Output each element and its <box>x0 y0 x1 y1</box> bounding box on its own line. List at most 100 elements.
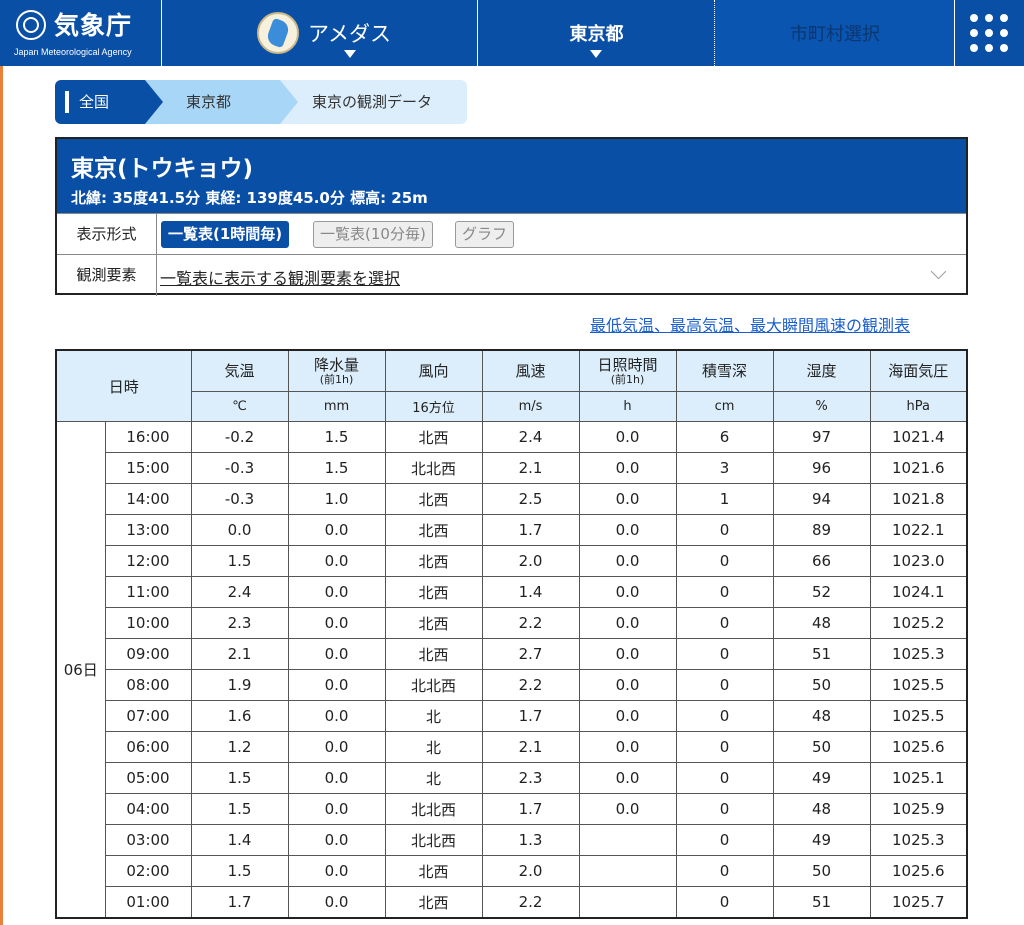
time-cell: 06:00 <box>104 731 192 763</box>
value-cell: 北西 <box>384 886 483 919</box>
value-cell: 0.0 <box>578 731 677 763</box>
value-cell: 0.0 <box>578 793 677 825</box>
time-cell: 11:00 <box>104 576 192 608</box>
value-cell: 北西 <box>384 576 483 608</box>
value-cell: 1.5 <box>287 452 386 484</box>
breadcrumb-item-prefecture[interactable]: 東京都 <box>145 80 280 124</box>
value-cell: 0 <box>675 762 774 794</box>
value-cell: 1 <box>675 483 774 515</box>
table-row: 03:00 1.4 0.0 北北西 1.3 0 49 1025.3 <box>56 824 968 856</box>
format-10min-table-button[interactable]: 一覧表(10分毎) <box>313 221 433 248</box>
value-cell: 52 <box>772 576 871 608</box>
time-cell: 08:00 <box>104 669 192 701</box>
nav-prefecture[interactable]: 東京都 <box>478 0 715 66</box>
grid-menu-icon <box>985 44 993 52</box>
value-cell: 2.4 <box>481 421 580 453</box>
unit-cell: mm <box>287 391 386 422</box>
value-cell: 0.0 <box>578 762 677 794</box>
value-cell: 北北西 <box>384 669 483 701</box>
value-cell: 2.0 <box>481 855 580 887</box>
station-header: 東京(トウキョウ) 北緯: 35度41.5分 東経: 139度45.0分 標高:… <box>57 139 966 213</box>
breadcrumb-arrow <box>145 80 163 124</box>
grid-menu-icon <box>1000 29 1008 37</box>
format-hourly-table-button[interactable]: 一覧表(1時間毎) <box>161 221 290 248</box>
value-cell: 北西 <box>384 607 483 639</box>
format-graph-button[interactable]: グラフ <box>455 221 515 248</box>
nav-city-select[interactable]: 市町村選択 <box>715 0 955 66</box>
value-cell: 1025.5 <box>869 700 968 732</box>
value-cell: -0.3 <box>190 483 289 515</box>
value-cell: 1.5 <box>190 793 289 825</box>
nav-amedas[interactable]: アメダス <box>162 0 478 66</box>
value-cell: 50 <box>772 731 871 763</box>
table-unit-row: ℃ mm 16方位 m/s h cm % hPa <box>56 391 968 422</box>
display-format-row: 表示形式 一覧表(1時間毎) 一覧表(10分毎) グラフ <box>57 213 966 255</box>
value-cell: 0.0 <box>287 886 386 919</box>
column-name: 風向 <box>418 362 449 380</box>
value-cell: 49 <box>772 824 871 856</box>
breadcrumb-item-national[interactable]: 全国 <box>55 80 145 124</box>
value-cell: 0 <box>675 669 774 701</box>
time-cell: 09:00 <box>104 638 192 670</box>
unit-cell: m/s <box>481 391 580 422</box>
elements-select[interactable]: 一覧表に表示する観測要素を選択 <box>160 265 400 289</box>
value-cell: 2.1 <box>481 731 580 763</box>
jma-logo[interactable]: 気象庁 Japan Meteorological Agency <box>0 0 162 66</box>
breadcrumb-marker <box>65 91 69 113</box>
chevron-down-icon[interactable] <box>930 263 947 280</box>
value-cell: 1.4 <box>190 824 289 856</box>
chevron-down-icon <box>590 50 602 58</box>
value-cell: 48 <box>772 700 871 732</box>
extremes-table-link[interactable]: 最低気温、最高気温、最大瞬間風速の観測表 <box>590 312 910 336</box>
unit-cell: cm <box>675 391 774 422</box>
table-row: 11:00 2.4 0.0 北西 1.4 0.0 0 52 1024.1 <box>56 576 968 608</box>
app-menu-button[interactable] <box>955 0 1024 66</box>
breadcrumb-item-current: 東京の観測データ <box>280 80 467 124</box>
value-cell: 1024.1 <box>869 576 968 608</box>
value-cell: 1.4 <box>481 576 580 608</box>
value-cell: 0 <box>675 638 774 670</box>
table-row: 07:00 1.6 0.0 北 1.7 0.0 0 48 1025.5 <box>56 700 968 732</box>
value-cell: 1025.5 <box>869 669 968 701</box>
breadcrumb-label: 東京都 <box>186 93 232 111</box>
value-cell: 0 <box>675 576 774 608</box>
time-cell: 01:00 <box>104 886 192 919</box>
value-cell: 0 <box>675 886 774 919</box>
header-humidity: 湿度 <box>772 349 871 392</box>
value-cell: 50 <box>772 855 871 887</box>
table-body: 06日 16:00 -0.2 1.5 北西 2.4 0.0 6 97 1021.4 15:00 -0.… <box>55 421 968 919</box>
value-cell: 1.5 <box>190 855 289 887</box>
breadcrumb-label: 全国 <box>79 93 110 111</box>
page-edge <box>0 66 3 925</box>
value-cell <box>578 824 677 856</box>
value-cell: 1.7 <box>481 700 580 732</box>
station-coordinates: 北緯: 35度41.5分 東経: 139度45.0分 標高: 25m <box>71 189 428 207</box>
value-cell: 1021.8 <box>869 483 968 515</box>
value-cell: 1.0 <box>287 483 386 515</box>
header-snow-depth: 積雪深 <box>675 349 774 392</box>
value-cell: 北 <box>384 731 483 763</box>
value-cell: 1.2 <box>190 731 289 763</box>
logo-subtitle: Japan Meteorological Agency <box>14 47 132 57</box>
nav-city-label: 市町村選択 <box>790 24 880 45</box>
value-cell: 北西 <box>384 638 483 670</box>
value-cell: 0.0 <box>287 545 386 577</box>
value-cell: 0 <box>675 824 774 856</box>
value-cell: 1.9 <box>190 669 289 701</box>
header-datetime: 日時 <box>55 349 192 422</box>
table-row: 04:00 1.5 0.0 北北西 1.7 0.0 0 48 1025.9 <box>56 793 968 825</box>
value-cell: 2.2 <box>481 669 580 701</box>
column-name: 日照時間 <box>597 356 658 374</box>
value-cell: 97 <box>772 421 871 453</box>
value-cell: 1021.6 <box>869 452 968 484</box>
display-format-label: 表示形式 <box>57 214 157 255</box>
value-cell: 2.3 <box>481 762 580 794</box>
value-cell: 1.5 <box>190 545 289 577</box>
value-cell: 0 <box>675 545 774 577</box>
value-cell: 0.0 <box>578 421 677 453</box>
value-cell: 1.7 <box>481 793 580 825</box>
header-precipitation: 降水量 (前1h) <box>287 349 386 392</box>
nav-amedas-label: アメダス <box>308 22 391 46</box>
value-cell: 0.0 <box>578 545 677 577</box>
value-cell: 0.0 <box>287 514 386 546</box>
